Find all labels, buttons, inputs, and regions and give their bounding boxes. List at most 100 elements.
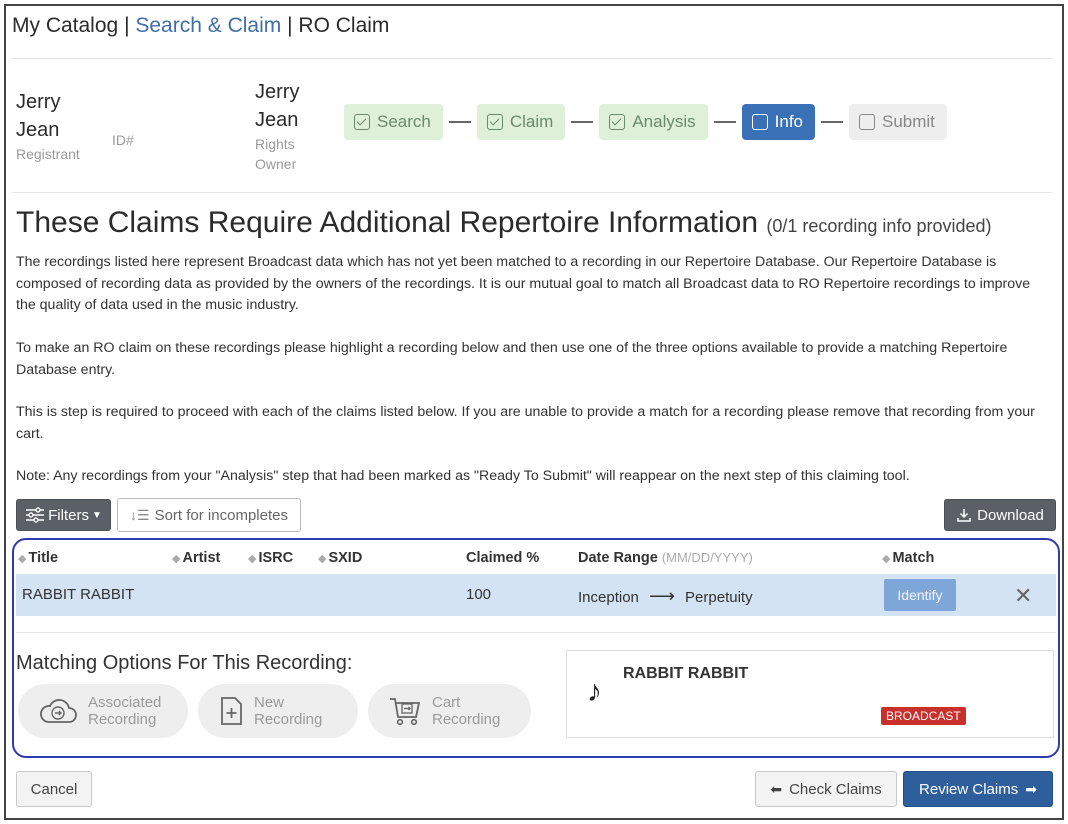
requirement-paragraph: This is step is required to proceed with… [16,404,1035,442]
column-claimed: Claimed % [466,550,540,566]
column-label: ISRC [258,550,294,566]
step-info[interactable]: Info [741,104,815,140]
date-to: Perpetuity [685,589,753,606]
breadcrumb: My Catalog | Search & Claim | RO Claim [12,14,389,38]
option-label-line1: New [254,694,285,711]
step-analysis[interactable]: Analysis [599,104,708,140]
arrow-right-icon: ⟶ [649,586,675,606]
sort-arrows-icon: ◆ [882,553,891,565]
caret-down-icon: ▼ [91,509,102,521]
divider [16,632,1056,633]
remove-row-icon[interactable]: ✕ [1014,585,1032,607]
matching-options-title: Matching Options For This Recording: [16,652,353,674]
column-title[interactable]: ◆ Title [18,550,58,566]
step-submit[interactable]: Submit [849,104,947,140]
check-claims-button[interactable]: ⬅ Check Claims [755,771,897,807]
divider [12,192,1052,193]
page-title: These Claims Require Additional Repertoi… [16,206,992,240]
option-label-line2: Recording [88,711,157,728]
row-claimed: 100 [466,586,492,603]
step-claim[interactable]: Claim [476,104,566,140]
recording-card-title: RABBIT RABBIT [623,665,749,682]
sort-arrows-icon: ◆ [172,553,181,565]
check-claims-label: Check Claims [789,780,882,798]
cancel-button[interactable]: Cancel [16,771,92,807]
review-claims-label: Review Claims [919,780,1019,798]
option-label-line1: Associated [88,694,162,711]
column-label: Match [892,550,935,566]
checkbox-checked-icon [486,114,503,130]
column-label: Artist [182,550,221,566]
column-match[interactable]: ◆ Match [882,550,934,566]
page-title-text: These Claims Require Additional Repertoi… [16,206,759,239]
note-paragraph: Note: Any recordings from your "Analysis… [16,468,910,484]
step-label: Search [377,112,431,131]
rights-owner-block: Jerry Jean Rights Owner [255,78,299,174]
sliders-icon [26,507,45,523]
cart-recording-button[interactable]: Cart Recording [368,684,531,738]
cloud-arrow-icon [40,699,77,723]
date-format-hint: (MM/DD/YYYY) [661,550,753,565]
rights-owner-role-line2: Owner [255,156,297,172]
checkbox-checked-icon [609,114,626,130]
step-connector [821,121,843,123]
option-label-line2: Recording [432,711,501,728]
row-date-range: Inception ⟶ Perpetuity [578,586,753,607]
registrant-role: Registrant [16,146,80,162]
step-connector [713,121,736,123]
download-icon [957,509,971,522]
step-search[interactable]: Search [344,104,443,140]
divider [12,58,1052,59]
column-sxid[interactable]: ◆ SXID [318,550,362,566]
registrant-block: Jerry Jean Registrant [16,88,80,164]
step-label: Submit [882,112,935,131]
filters-label: Filters [48,506,89,524]
breadcrumb-separator: | [124,14,130,37]
sort-icon: ↓☰ [130,506,150,523]
arrow-left-icon: ⬅ [770,780,783,797]
rights-owner-first-name: Jerry [255,81,300,103]
download-button[interactable]: Download [944,499,1056,531]
column-isrc[interactable]: ◆ ISRC [248,550,293,566]
sort-arrows-icon: ◆ [318,553,327,565]
column-artist[interactable]: ◆ Artist [172,550,220,566]
row-title: RABBIT RABBIT [22,586,135,603]
checkbox-empty-icon [859,114,875,130]
checkbox-checked-icon [354,114,370,130]
date-from: Inception [578,589,639,606]
new-recording-button[interactable]: New Recording [198,684,358,738]
breadcrumb-current: RO Claim [298,14,390,37]
sort-incompletes-button[interactable]: ↓☰ Sort for incompletes [117,498,301,532]
step-label: Analysis [632,112,696,131]
option-label-line1: Cart [432,694,461,711]
breadcrumb-search-claim[interactable]: Search & Claim [135,14,281,37]
associated-recording-button[interactable]: Associated Recording [18,684,188,738]
document-plus-icon [221,697,242,725]
broadcast-badge: BROADCAST [881,707,966,725]
instruction-paragraph: To make an RO claim on these recordings … [16,340,1008,378]
filters-button[interactable]: Filters ▼ [16,499,111,531]
registrant-first-name: Jerry [16,91,61,113]
recording-info-count: (0/1 recording info provided) [766,216,992,236]
music-note-icon: ♪ [587,675,602,708]
registrant-last-name: Jean [16,119,60,141]
download-label: Download [977,506,1044,524]
option-label-line2: Recording [254,711,323,728]
review-claims-button[interactable]: Review Claims ➡ [903,771,1053,807]
step-progress: Search Claim Analysis Info Submit [344,104,947,140]
step-label: Info [774,112,803,131]
rights-owner-last-name: Jean [255,109,299,131]
step-label: Claim [509,112,554,131]
column-date-range: Date Range (MM/DD/YYYY) [578,550,753,566]
sort-arrows-icon: ◆ [248,553,257,565]
intro-paragraph: The recordings listed here represent Bro… [16,254,1031,313]
id-label: ID# [112,132,134,148]
column-label: Title [28,550,59,566]
breadcrumb-root[interactable]: My Catalog [12,14,118,37]
cart-icon [390,698,421,726]
step-connector [571,121,594,123]
sort-arrows-icon: ◆ [18,553,27,565]
identify-button[interactable]: Identify [884,579,956,611]
sort-label: Sort for incompletes [154,506,288,524]
checkbox-empty-icon [751,114,768,130]
